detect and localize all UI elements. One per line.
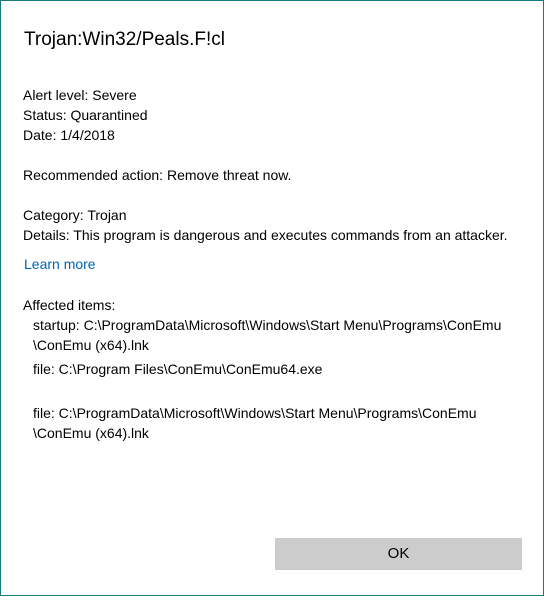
alert-level-text: Alert level: Severe [23, 87, 137, 103]
affected-item-file-exe: file: C:\Program Files\ConEmu\ConEmu64.e… [33, 361, 323, 377]
date-text: Date: 1/4/2018 [23, 127, 115, 143]
threat-details-dialog: Trojan:Win32/Peals.F!cl Alert level: Sev… [0, 0, 544, 596]
details-text: Details: This program is dangerous and e… [23, 227, 508, 243]
affected-items-heading: Affected items: [23, 297, 116, 313]
learn-more-link[interactable]: Learn more [24, 256, 96, 272]
category-text: Category: Trojan [23, 207, 127, 223]
status-text: Status: Quarantined [23, 107, 148, 123]
affected-item-startup-line2: \ConEmu (x64).lnk [33, 337, 149, 353]
threat-name-title: Trojan:Win32/Peals.F!cl [24, 29, 225, 50]
affected-item-file-lnk-line1: file: C:\ProgramData\Microsoft\Windows\S… [33, 405, 477, 421]
affected-item-startup-line1: startup: C:\ProgramData\Microsoft\Window… [33, 317, 502, 333]
ok-button[interactable]: OK [275, 538, 522, 570]
recommended-action-text: Recommended action: Remove threat now. [23, 167, 292, 183]
affected-item-file-lnk-line2: \ConEmu (x64).lnk [33, 425, 149, 441]
